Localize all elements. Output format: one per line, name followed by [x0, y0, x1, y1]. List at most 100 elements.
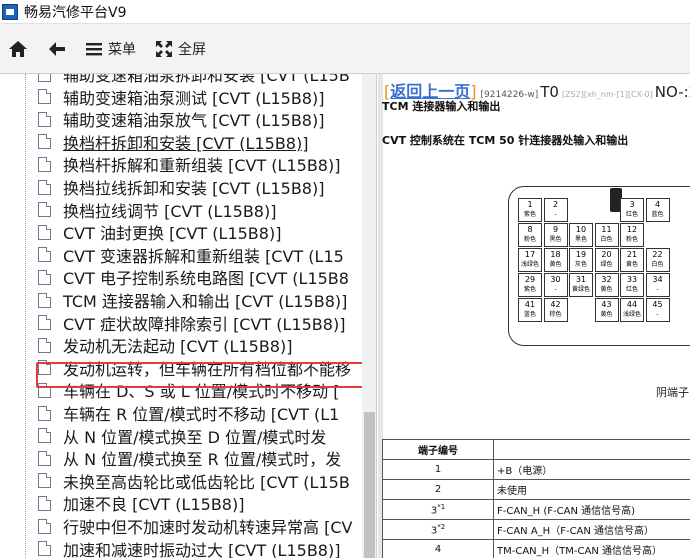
app-icon	[2, 3, 18, 20]
connector-pin: 44 浅绿色	[620, 298, 644, 322]
pin-number: 22	[652, 250, 663, 259]
pin-wire-color: 紫色	[523, 211, 536, 218]
pin-wire-color: 蓝色	[651, 211, 664, 218]
title-bar: 畅易汽修平台V9	[0, 0, 690, 24]
pin-wire-color: 粉色	[625, 236, 638, 243]
connector-pin: 34 -	[645, 273, 670, 297]
pin-number: 29	[524, 275, 536, 284]
connector-pin: 20 绿色	[594, 248, 619, 272]
tree-scrollbar[interactable]	[362, 74, 376, 558]
terminal-description: 未使用	[493, 479, 690, 500]
table-header-desc	[493, 439, 690, 460]
pin-number: 17	[524, 250, 536, 259]
document-icon	[38, 292, 51, 308]
tree-item-label: 从 N 位置/模式换至 D 位置/模式时发	[63, 427, 327, 447]
document-icon	[38, 428, 51, 444]
document-icon	[38, 269, 51, 285]
tree-item[interactable]: TCM 连接器输入和输出 [CVT (L15B8)]	[38, 289, 347, 311]
connector-pin: 1 紫色	[518, 198, 542, 222]
connector-pin: 45 -	[645, 298, 670, 322]
connector-pin: 41 蓝色	[518, 298, 542, 322]
back-button[interactable]	[48, 34, 66, 64]
connector-pin: 18 黄色	[543, 248, 568, 272]
pin-number: 45	[652, 300, 663, 309]
window-title: 畅易汽修平台V9	[24, 4, 127, 21]
fullscreen-button[interactable]: 全屏	[156, 34, 206, 64]
tree-item[interactable]: CVT 电子控制系统电路图 [CVT (L15B8	[38, 266, 349, 288]
connector-pin: 31 黄绿色	[569, 273, 593, 297]
tree-item[interactable]: 从 N 位置/模式换至 D 位置/模式时发	[38, 425, 326, 447]
tree-item-label: 换档杆拆卸和安装 [CVT (L15B8)]	[63, 133, 309, 153]
fullscreen-label: 全屏	[178, 41, 206, 58]
tree-item[interactable]: 换档杆拆解和重新组装 [CVT (L15B8)]	[38, 153, 340, 175]
tree-item[interactable]: CVT 症状故障排除索引 [CVT (L15B8)]	[38, 312, 345, 334]
pin-wire-color: 红色	[625, 211, 638, 218]
tree-item[interactable]: 加速不良 [CVT (L15B8)]	[38, 492, 244, 514]
pin-wire-color: 紫色	[523, 286, 536, 293]
tree-item[interactable]: 辅助变速箱油泵测试 [CVT (L15B8)]	[38, 86, 324, 108]
tree-item-label: 从 N 位置/模式换至 R 位置/模式时，发	[63, 450, 342, 470]
connector-pin: 17 浅绿色	[518, 248, 542, 272]
document-icon	[38, 89, 51, 105]
home-button[interactable]	[8, 34, 28, 64]
pin-wire-color: 白色	[600, 236, 613, 243]
tree-item-label: CVT 油封更换 [CVT (L15B8)]	[63, 224, 282, 244]
pin-wire-color: 粉色	[523, 236, 536, 243]
connector-pin: 10 黑色	[569, 223, 593, 247]
pin-number: 10	[575, 225, 587, 234]
pin-wire-color: 红色	[625, 286, 638, 293]
doc-number: NO-:2	[654, 83, 690, 101]
connector-pin: 42 棕色	[543, 298, 568, 322]
terminal-footnote: *2	[437, 522, 446, 531]
tree-item-label: 发动机无法起动 [CVT (L15B8)]	[63, 337, 293, 357]
connector-pin: 9 黑色	[543, 223, 568, 247]
document-icon	[38, 156, 51, 172]
tree-item[interactable]: 辅助变速箱油泵拆卸和安装 [CVT (L15B	[38, 74, 350, 85]
connector-pin: 11 白色	[594, 223, 619, 247]
menu-label: 菜单	[108, 41, 136, 58]
document-icon	[38, 405, 51, 421]
tree-item-label: 辅助变速箱油泵测试 [CVT (L15B8)]	[63, 88, 325, 108]
pin-number: 31	[575, 275, 587, 284]
connector-pin: 2-	[543, 198, 568, 222]
document-icon	[38, 495, 51, 511]
tree-item[interactable]: 换档杆拆卸和安装 [CVT (L15B8)]	[38, 131, 308, 153]
pin-wire-color: -	[554, 211, 557, 218]
connector-pin: 43 黄色	[594, 298, 619, 322]
tree-scrollbar-thumb[interactable]	[364, 412, 375, 558]
tree-item-label: CVT 电子控制系统电路图 [CVT (L15B8	[63, 269, 349, 289]
pin-number: 18	[550, 250, 561, 259]
tree-item-label: 换档拉线拆卸和安装 [CVT (L15B8)]	[63, 179, 325, 198]
connector-pin: 12 粉色	[620, 223, 644, 247]
document-icon	[38, 473, 51, 489]
tree-item[interactable]: 加速和减速时振动过大 [CVT (L15B8)]	[38, 538, 340, 558]
menu-button[interactable]: 菜单	[86, 34, 136, 64]
document-icon	[38, 247, 51, 263]
pin-number: 44	[626, 300, 638, 309]
table-row: 3*2 F-CAN A_H（F-CAN 通信信号高）	[382, 519, 690, 540]
tree-item[interactable]: 换档拉线拆卸和安装 [CVT (L15B8)]	[38, 176, 324, 198]
tree-item[interactable]: 换档拉线调节 [CVT (L15B8)]	[38, 199, 276, 221]
tree-item-label: 未换至高齿轮比或低齿轮比 [CVT (L15B	[63, 472, 350, 492]
pin-number: 8	[527, 225, 533, 234]
document-icon	[38, 202, 51, 218]
tree-item[interactable]: 车辆在 R 位置/模式时不移动 [CVT (L1	[38, 402, 339, 424]
tree-item-label: 车辆在 R 位置/模式时不移动 [CVT (L1	[63, 405, 340, 424]
doc-t0: T0	[540, 83, 559, 101]
tree-item-label: CVT 症状故障排除索引 [CVT (L15B8)]	[63, 314, 346, 334]
section-title: TCM 连接器输入和输出	[382, 100, 501, 113]
tree-item[interactable]: CVT 油封更换 [CVT (L15B8)]	[38, 221, 281, 243]
terminal-table: 端子编号 1 +B（电源） 2 未使用 3*1 F-CAN_H (F-CAN 通信信号高)…	[382, 439, 690, 558]
tree-item[interactable]: 发动机无法起动 [CVT (L15B8)]	[38, 334, 292, 356]
tree-item[interactable]: 辅助变速箱油泵放气 [CVT (L15B8)]	[38, 108, 324, 130]
tree-item-label: 换档杆拆解和重新组装 [CVT (L15B8)]	[63, 156, 341, 176]
connector-pin: 3 红色	[620, 198, 644, 222]
tree-item[interactable]: 从 N 位置/模式换至 R 位置/模式时，发	[38, 447, 341, 469]
pin-number: 19	[575, 250, 587, 259]
pin-number: 9	[552, 225, 559, 234]
tree-item[interactable]: CVT 变速器拆解和重新组装 [CVT (L15	[38, 244, 344, 266]
tree-item-label: CVT 变速器拆解和重新组装 [CVT (L15	[63, 246, 344, 266]
tree-item[interactable]: 行驶中但不加速时发动机转速异常高 [CV	[38, 515, 352, 537]
tree-item[interactable]: 未换至高齿轮比或低齿轮比 [CVT (L15B	[38, 470, 350, 492]
terminal-description: F-CAN_H (F-CAN 通信信号高)	[493, 499, 690, 520]
